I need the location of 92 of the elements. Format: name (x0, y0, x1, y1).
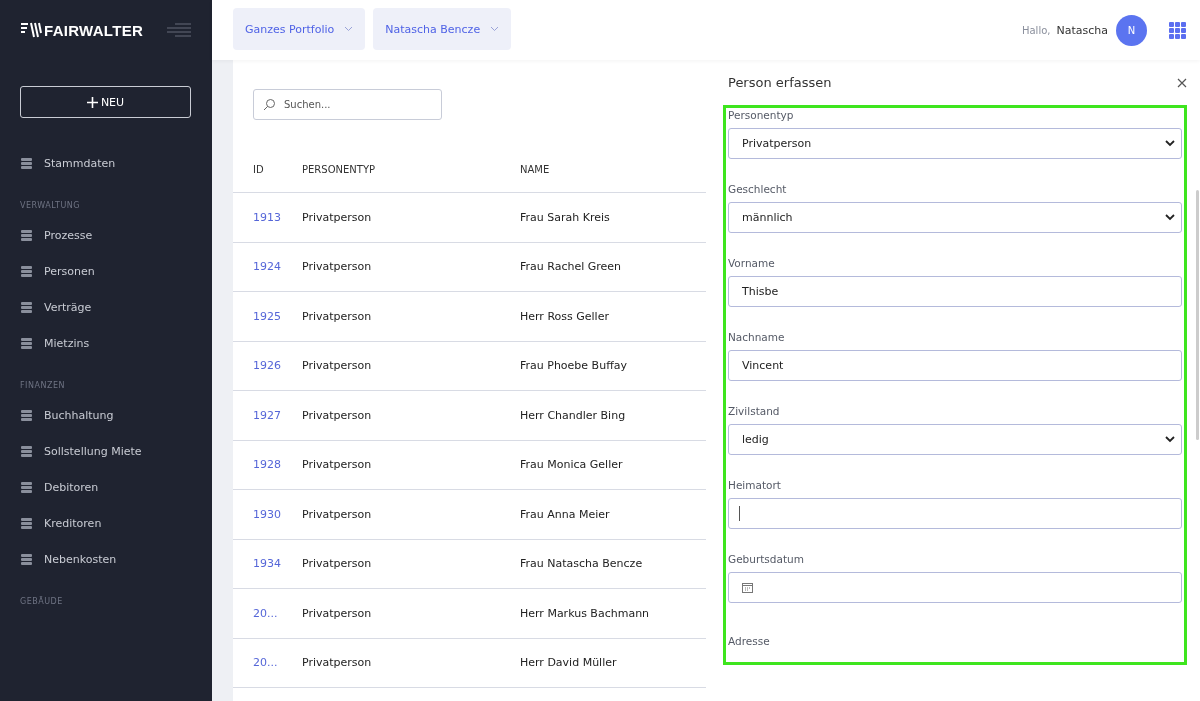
field-label: Geschlecht (728, 182, 788, 197)
table-cell-text: Privatperson (302, 606, 373, 620)
id-link[interactable]: 1934 (253, 557, 302, 571)
select-field[interactable]: ledig (728, 424, 1182, 455)
id-link[interactable]: 1926 (253, 359, 302, 373)
user-avatar[interactable]: N (1116, 14, 1147, 46)
field-label: Heimatort (728, 478, 782, 493)
id-link[interactable]: 1928 (253, 458, 302, 472)
table-cell-text: Privatperson (302, 656, 373, 670)
logo-text: FAIRWALTER (44, 21, 144, 39)
nav-item[interactable]: Prozesse (20, 217, 191, 253)
table-cell: Frau Natascha Bencze (520, 557, 643, 571)
stack-icon (20, 300, 33, 314)
chevron-down-icon (344, 26, 354, 32)
table-cell-text: Privatperson (302, 260, 373, 274)
table-cell-text: Privatperson (302, 309, 373, 323)
panel-title: Person erfassen (728, 75, 832, 90)
table-cell-text: Privatperson (302, 458, 373, 472)
table-cell: Frau Monica Geller (520, 458, 623, 472)
menu-icon[interactable] (167, 22, 191, 38)
column-header: NAME (520, 163, 550, 175)
nav-item[interactable]: Stammdaten (20, 145, 191, 181)
table-cell-text: Privatperson (302, 507, 373, 521)
section-heading: GEBÄUDE (20, 595, 64, 608)
table-cell: Frau Rachel Green (520, 260, 622, 274)
nav-item[interactable]: Kreditoren (20, 505, 191, 541)
field-label: Zivilstand (728, 404, 781, 419)
table-cell-text: Privatperson (302, 359, 373, 373)
id-link[interactable]: 1930 (253, 507, 302, 521)
id-link[interactable]: 1927 (253, 408, 302, 422)
field-label: Vorname (728, 256, 776, 271)
stack-icon (20, 516, 33, 530)
table-cell: Frau Anna Meier (520, 507, 610, 521)
column-header: ID (253, 163, 265, 175)
new-button[interactable]: NEU (20, 86, 191, 118)
filter-dropdown[interactable]: Ganzes Portfolio (233, 8, 366, 50)
table-cell: Herr Ross Geller (520, 309, 609, 323)
section-heading: VERWALTUNG (20, 200, 81, 212)
table-cell: Herr Chandler Bing (520, 408, 626, 422)
table-cell: Frau Phoebe Buffay (520, 359, 627, 373)
table-cell: Frau Sarah Kreis (520, 210, 610, 224)
table-cell-text: Privatperson (302, 557, 373, 571)
id-link[interactable]: 1924 (253, 260, 302, 274)
select-field[interactable]: männlich (728, 202, 1182, 233)
nav-item[interactable]: Mietzins (20, 325, 191, 361)
text-field[interactable]: Thisbe (728, 276, 1182, 307)
filter-dropdown[interactable]: Natascha Bencze (373, 8, 512, 50)
id-link[interactable]: 1913 (253, 210, 302, 224)
text-field[interactable] (728, 498, 1182, 529)
greeting-text: Hallo, (1021, 24, 1051, 36)
search-icon (263, 98, 276, 111)
nav-item[interactable]: Debitoren (20, 469, 191, 505)
date-field[interactable] (728, 572, 1182, 603)
field-label: Nachname (728, 330, 786, 345)
select-field[interactable]: Privatperson (728, 128, 1182, 159)
id-link[interactable]: 20... (253, 656, 302, 670)
text-field[interactable]: Vincent (728, 350, 1182, 381)
stack-icon (20, 228, 33, 242)
field-label: Personentyp (728, 108, 795, 123)
close-icon[interactable] (1177, 77, 1187, 88)
calendar-icon (742, 582, 753, 593)
logo-icon (20, 22, 42, 38)
stack-icon (20, 408, 33, 422)
id-link[interactable]: 1925 (253, 309, 302, 323)
table-cell-text: Privatperson (302, 408, 373, 422)
chevron-down-icon (1165, 140, 1175, 147)
chevron-down-icon (1165, 214, 1175, 221)
search-field[interactable]: Suchen... (253, 89, 442, 120)
field-label: Adresse (728, 634, 771, 649)
stack-icon (20, 480, 33, 494)
section-heading: FINANZEN (20, 380, 66, 392)
nav-item[interactable]: Nebenkosten (20, 541, 191, 577)
stack-icon (20, 444, 33, 458)
field-label: Geburtsdatum (728, 552, 805, 567)
chevron-down-icon (1165, 436, 1175, 443)
column-header: PERSONENTYP (302, 163, 377, 175)
stack-icon (20, 552, 33, 566)
stack-icon (20, 264, 33, 278)
stack-icon (20, 156, 33, 170)
nav-item[interactable]: Sollstellung Miete (20, 433, 191, 469)
table-cell: Herr Markus Bachmann (520, 606, 650, 620)
nav-item[interactable]: Personen (20, 253, 191, 289)
apps-grid-icon[interactable] (1169, 21, 1186, 39)
chevron-down-icon (490, 26, 500, 32)
plus-icon (86, 96, 98, 108)
table-cell: Herr David Müller (520, 656, 617, 670)
nav-item[interactable]: Verträge (20, 289, 191, 325)
id-link[interactable]: 20... (253, 606, 302, 620)
table-cell-text: Privatperson (302, 210, 373, 224)
nav-item[interactable]: Buchhaltung (20, 397, 191, 433)
user-name: Natascha (1056, 23, 1108, 37)
stack-icon (20, 336, 33, 350)
